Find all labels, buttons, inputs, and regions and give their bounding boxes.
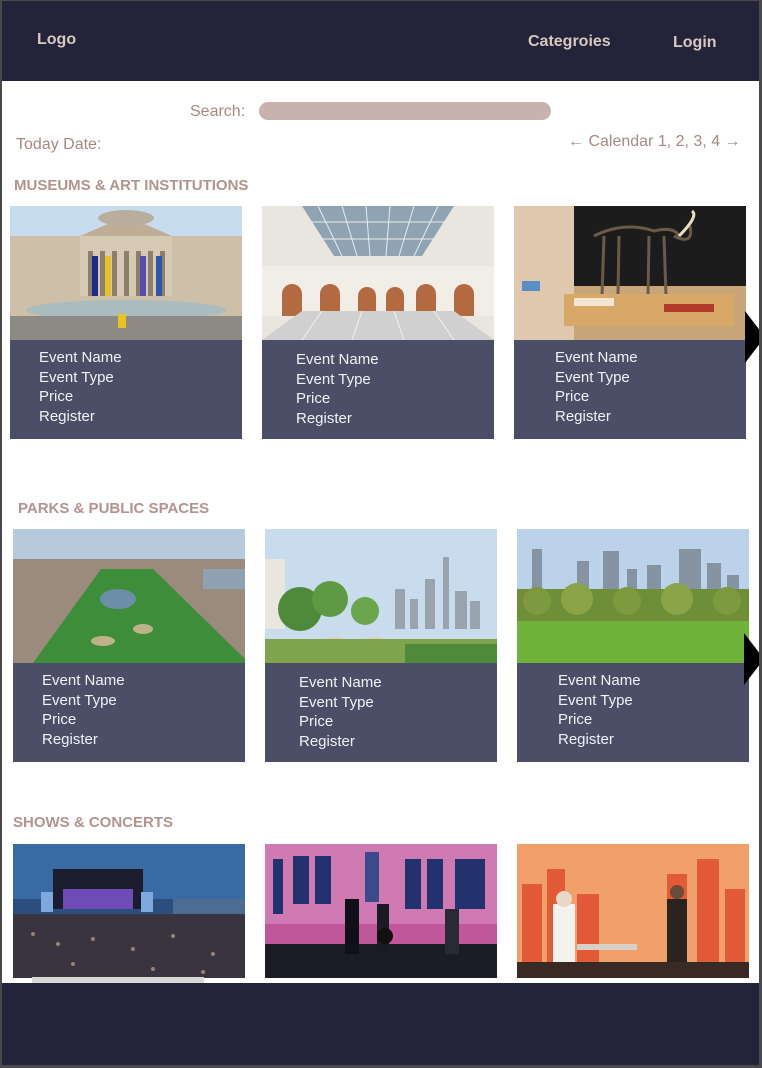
rise-up-nyc-concert-image bbox=[265, 844, 497, 978]
event-type: Event Type bbox=[296, 371, 371, 388]
event-type: Event Type bbox=[42, 692, 117, 709]
event-type: Event Type bbox=[555, 369, 630, 386]
museum-atrium-image bbox=[262, 206, 494, 340]
event-name: Event Name bbox=[299, 674, 382, 691]
event-card[interactable] bbox=[13, 844, 245, 978]
search-label: Search: bbox=[190, 103, 246, 120]
register-link[interactable]: Register bbox=[296, 410, 352, 427]
search-input[interactable] bbox=[259, 102, 551, 120]
next-arrow-icon[interactable] bbox=[745, 311, 759, 363]
calendar-pager[interactable]: ← Calendar 1, 2, 3, 4 → bbox=[568, 133, 741, 151]
orchestra-performance-image bbox=[517, 844, 749, 978]
event-card[interactable]: Event Name Event Type Price Register bbox=[514, 206, 746, 439]
event-card-info: Event Name Event Type Price Register bbox=[262, 340, 494, 439]
sheep-meadow-image bbox=[517, 529, 749, 663]
central-park-aerial-image bbox=[13, 529, 245, 663]
event-price: Price bbox=[42, 711, 77, 728]
event-type: Event Type bbox=[299, 694, 374, 711]
museum-building-image bbox=[10, 206, 242, 340]
event-price: Price bbox=[296, 390, 331, 407]
event-price: Price bbox=[558, 711, 593, 728]
section-title-museums: MUSEUMS & ART INSTITUTIONS bbox=[14, 177, 249, 194]
event-name: Event Name bbox=[555, 349, 638, 366]
event-name: Event Name bbox=[42, 672, 125, 689]
event-card-info: Event Name Event Type Price Register bbox=[13, 663, 245, 762]
event-name: Event Name bbox=[296, 351, 379, 368]
nav-login[interactable]: Login bbox=[673, 34, 717, 52]
event-card-info: Event Name Event Type Price Register bbox=[517, 663, 749, 762]
register-link[interactable]: Register bbox=[555, 408, 611, 425]
event-type: Event Type bbox=[39, 369, 114, 386]
event-card[interactable]: Event Name Event Type Price Register bbox=[10, 206, 242, 439]
event-card[interactable]: Event Name Event Type Price Register bbox=[265, 529, 497, 762]
event-card-info: Event Name Event Type Price Register bbox=[514, 340, 746, 439]
outdoor-concert-image bbox=[13, 844, 245, 978]
register-link[interactable]: Register bbox=[39, 408, 95, 425]
footer-bar bbox=[2, 983, 759, 1065]
register-link[interactable]: Register bbox=[42, 731, 98, 748]
section-title-shows: SHOWS & CONCERTS bbox=[13, 814, 174, 831]
event-name: Event Name bbox=[558, 672, 641, 689]
event-price: Price bbox=[39, 388, 74, 405]
event-price: Price bbox=[299, 713, 334, 730]
register-link[interactable]: Register bbox=[558, 731, 614, 748]
page: Logo Categroies Login Search: Today Date… bbox=[2, 1, 759, 1065]
event-price: Price bbox=[555, 388, 590, 405]
mammoth-skeleton-image bbox=[514, 206, 746, 340]
event-card-info: Event Name Event Type Price Register bbox=[10, 340, 242, 439]
little-island-park-image bbox=[265, 529, 497, 663]
header-bar: Logo Categroies Login bbox=[2, 1, 759, 81]
event-card[interactable]: Event Name Event Type Price Register bbox=[517, 529, 749, 762]
section-title-parks: PARKS & PUBLIC SPACES bbox=[18, 500, 210, 517]
event-card[interactable]: Event Name Event Type Price Register bbox=[262, 206, 494, 439]
nav-categories[interactable]: Categroies bbox=[528, 33, 611, 51]
event-card[interactable] bbox=[265, 844, 497, 978]
event-name: Event Name bbox=[39, 349, 122, 366]
event-card[interactable]: Event Name Event Type Price Register bbox=[13, 529, 245, 762]
event-card-info: Event Name Event Type Price Register bbox=[265, 663, 497, 762]
next-arrow-icon[interactable] bbox=[744, 633, 759, 685]
event-type: Event Type bbox=[558, 692, 633, 709]
logo[interactable]: Logo bbox=[37, 31, 76, 49]
event-card[interactable] bbox=[517, 844, 749, 978]
today-date-label: Today Date: bbox=[16, 136, 102, 153]
register-link[interactable]: Register bbox=[299, 733, 355, 750]
